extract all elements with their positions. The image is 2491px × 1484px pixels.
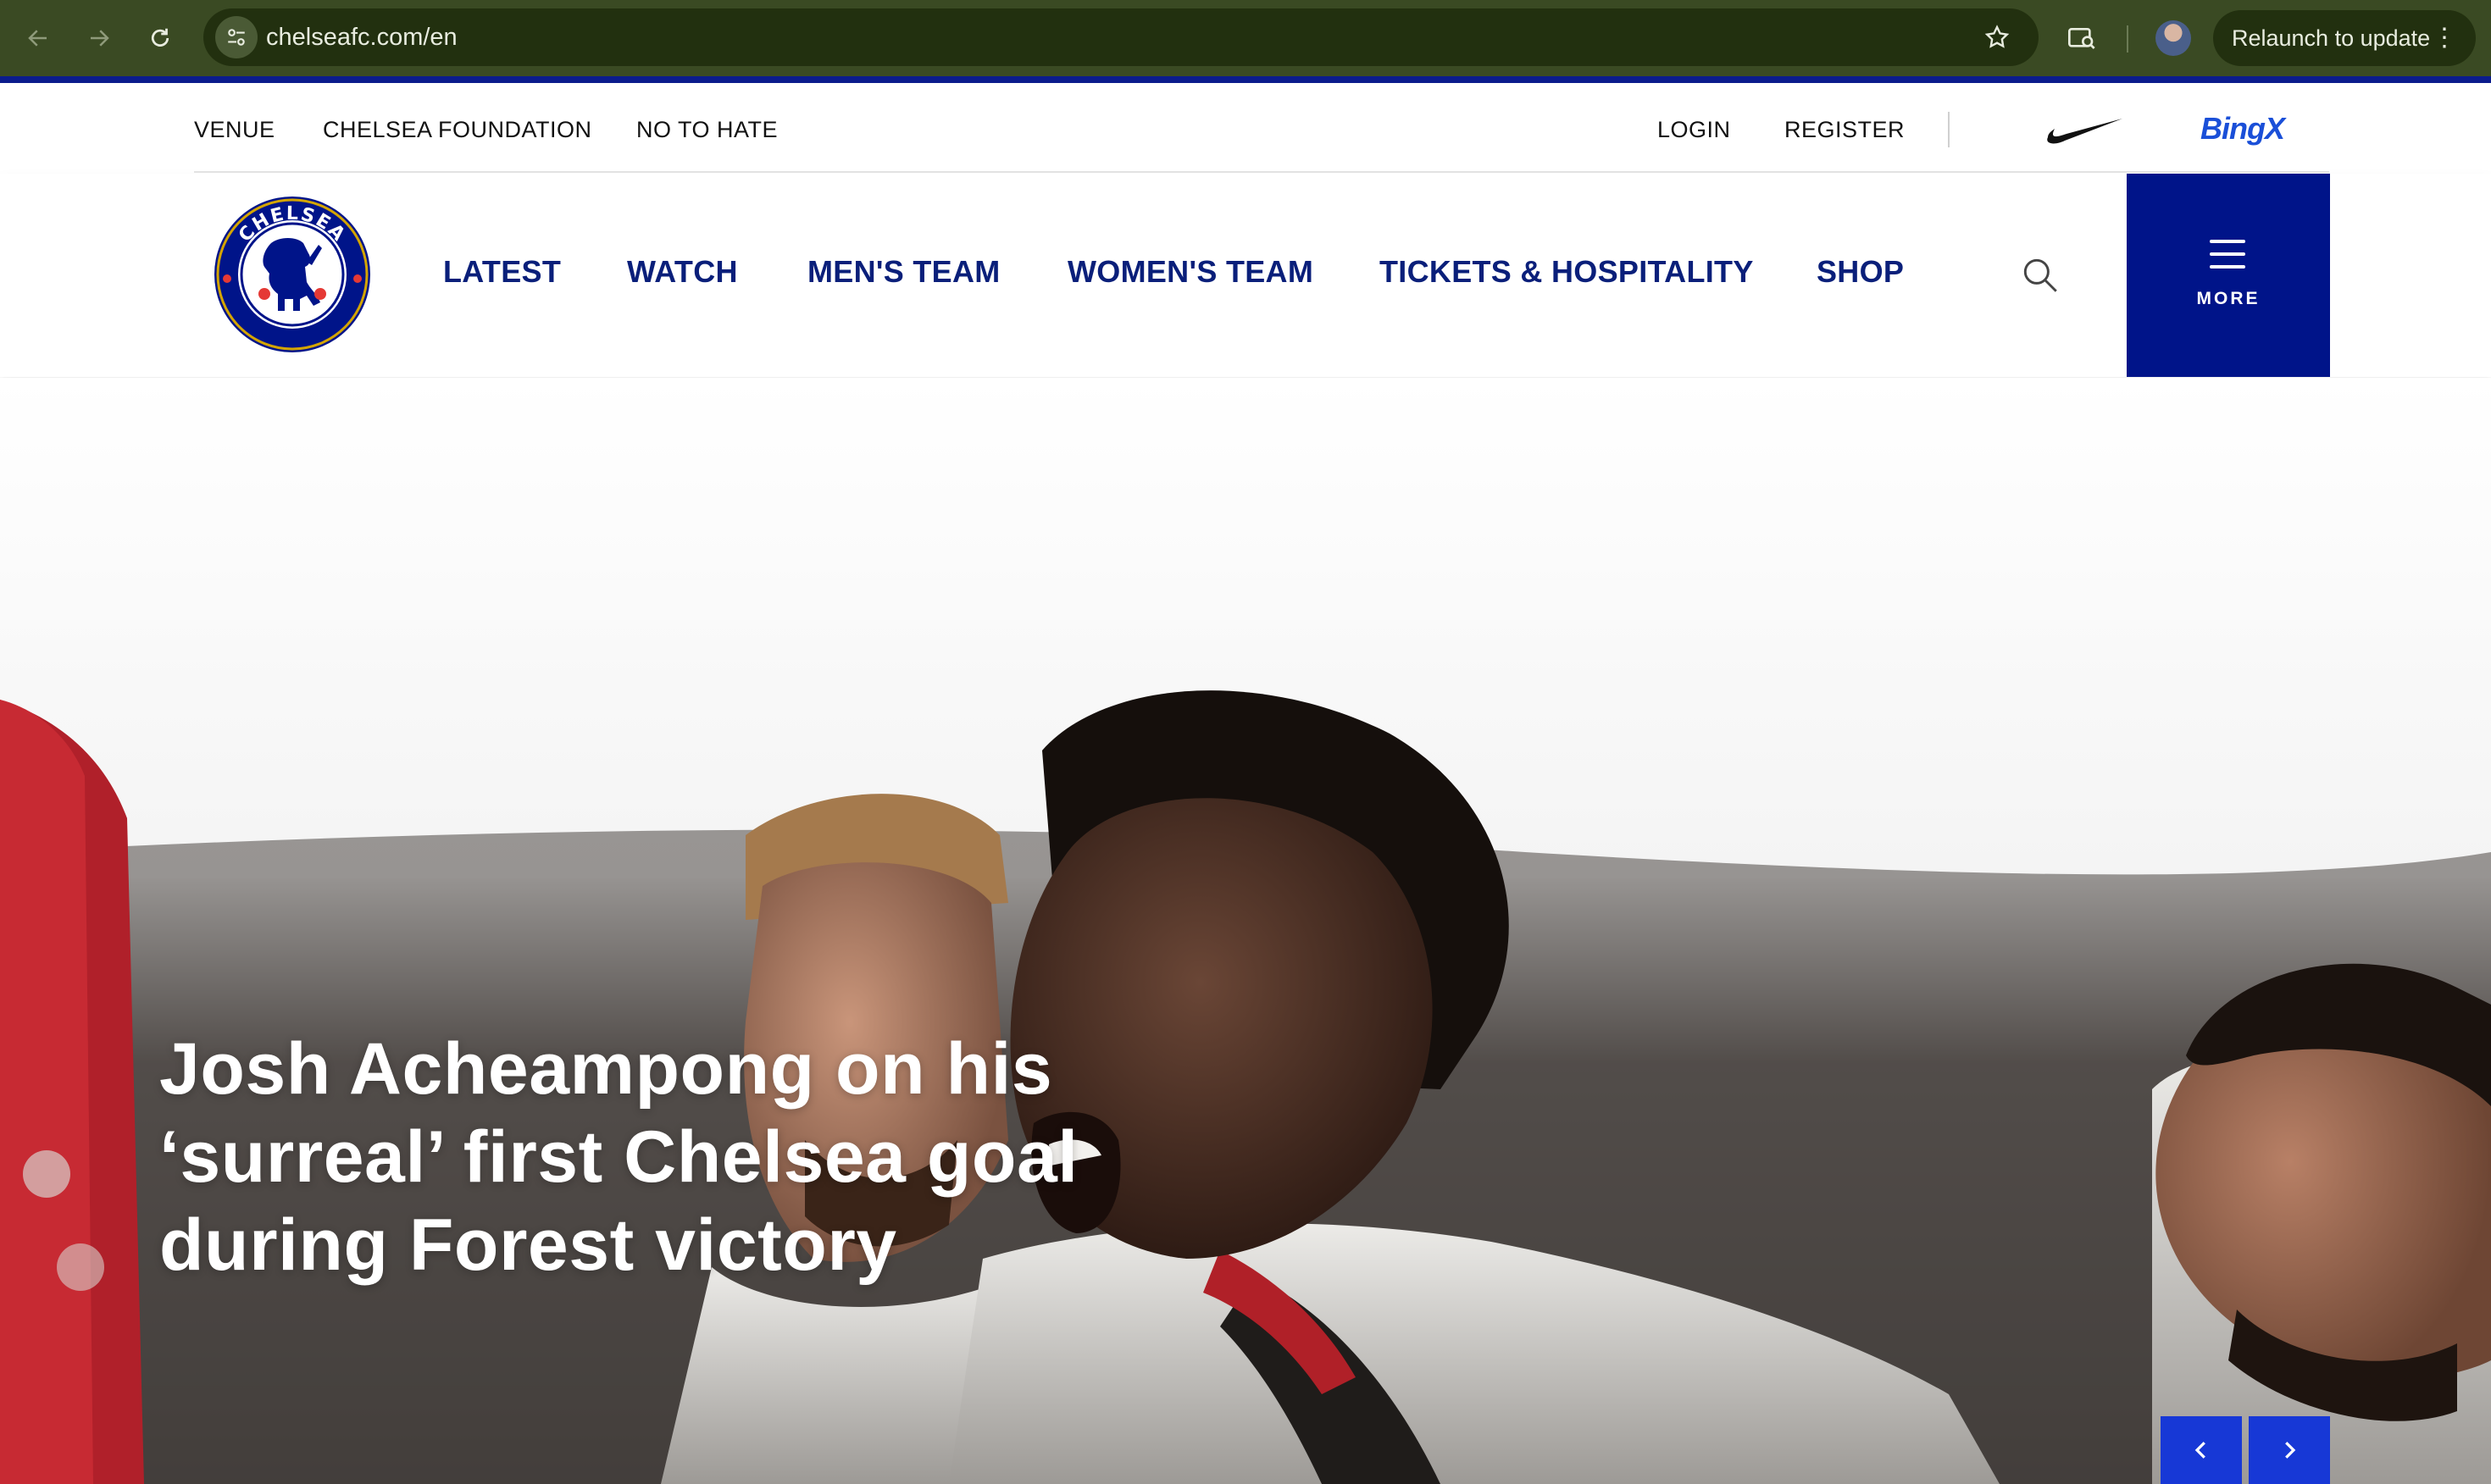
util-link-no-to-hate[interactable]: NO TO HATE — [636, 83, 778, 173]
url-text[interactable]: chelseafc.com/en — [266, 8, 458, 66]
browser-toolbar: chelseafc.com/en Relaunch to update ⋮ — [0, 0, 2491, 76]
tab-search-icon[interactable] — [2061, 17, 2103, 59]
arrow-left-icon — [28, 30, 47, 47]
register-link[interactable]: REGISTER — [1784, 83, 1905, 173]
hero-photo — [0, 378, 2491, 1484]
nav-watch[interactable]: WATCH — [627, 174, 738, 377]
profile-avatar[interactable] — [2155, 20, 2191, 56]
chevron-left-icon — [2194, 1442, 2205, 1459]
util-divider — [1948, 112, 1950, 147]
nav-latest[interactable]: LATEST — [443, 174, 561, 377]
util-link-venue[interactable]: VENUE — [194, 83, 275, 173]
utility-nav: VENUE CHELSEA FOUNDATION NO TO HATE LOGI… — [194, 83, 2329, 173]
more-label: MORE — [2196, 289, 2261, 308]
page-top-strip — [0, 76, 2491, 83]
carousel-next-button[interactable] — [2249, 1416, 2330, 1484]
nav-shop[interactable]: SHOP — [1817, 174, 1904, 377]
chelsea-crest-logo[interactable]: CHELSEA FOOTBALL CLUB — [212, 194, 373, 355]
more-menu-button[interactable]: MORE — [2127, 174, 2330, 377]
nav-mens-team[interactable]: MEN'S TEAM — [807, 174, 1001, 377]
address-bar[interactable]: chelseafc.com/en — [203, 8, 2039, 66]
more-vert-icon: ⋮ — [2432, 24, 2457, 52]
carousel-prev-button[interactable] — [2161, 1416, 2242, 1484]
reload-button[interactable] — [139, 17, 181, 59]
bingx-sponsor-logo[interactable]: BingX — [2200, 83, 2285, 173]
nav-womens-team[interactable]: WOMEN'S TEAM — [1068, 174, 1313, 377]
bookmark-star-icon[interactable] — [1976, 16, 2018, 58]
hero-headline[interactable]: Josh Acheampong on his ‘surreal’ first C… — [159, 1025, 1125, 1289]
arrow-right-icon — [91, 30, 109, 47]
hamburger-icon — [2210, 240, 2245, 278]
relaunch-label: Relaunch to update — [2232, 25, 2431, 51]
toolbar-divider — [2127, 25, 2128, 53]
search-icon[interactable] — [2019, 254, 2061, 296]
login-link[interactable]: LOGIN — [1657, 83, 1731, 173]
hero-banner[interactable]: Josh Acheampong on his ‘surreal’ first C… — [0, 378, 2491, 1484]
nav-tickets-hospitality[interactable]: TICKETS & HOSPITALITY — [1379, 174, 1754, 377]
main-nav: CHELSEA FOOTBALL CLUB LATEST WATCH MEN'S… — [0, 174, 2491, 377]
nike-logo-icon[interactable] — [2046, 115, 2124, 148]
relaunch-button[interactable]: Relaunch to update ⋮ — [2213, 10, 2476, 66]
forward-button[interactable] — [78, 17, 120, 59]
util-link-foundation[interactable]: CHELSEA FOUNDATION — [323, 83, 592, 173]
reload-icon — [151, 28, 169, 47]
back-button[interactable] — [17, 17, 59, 59]
chevron-right-icon — [2285, 1442, 2296, 1459]
site-info-icon[interactable] — [215, 16, 258, 58]
